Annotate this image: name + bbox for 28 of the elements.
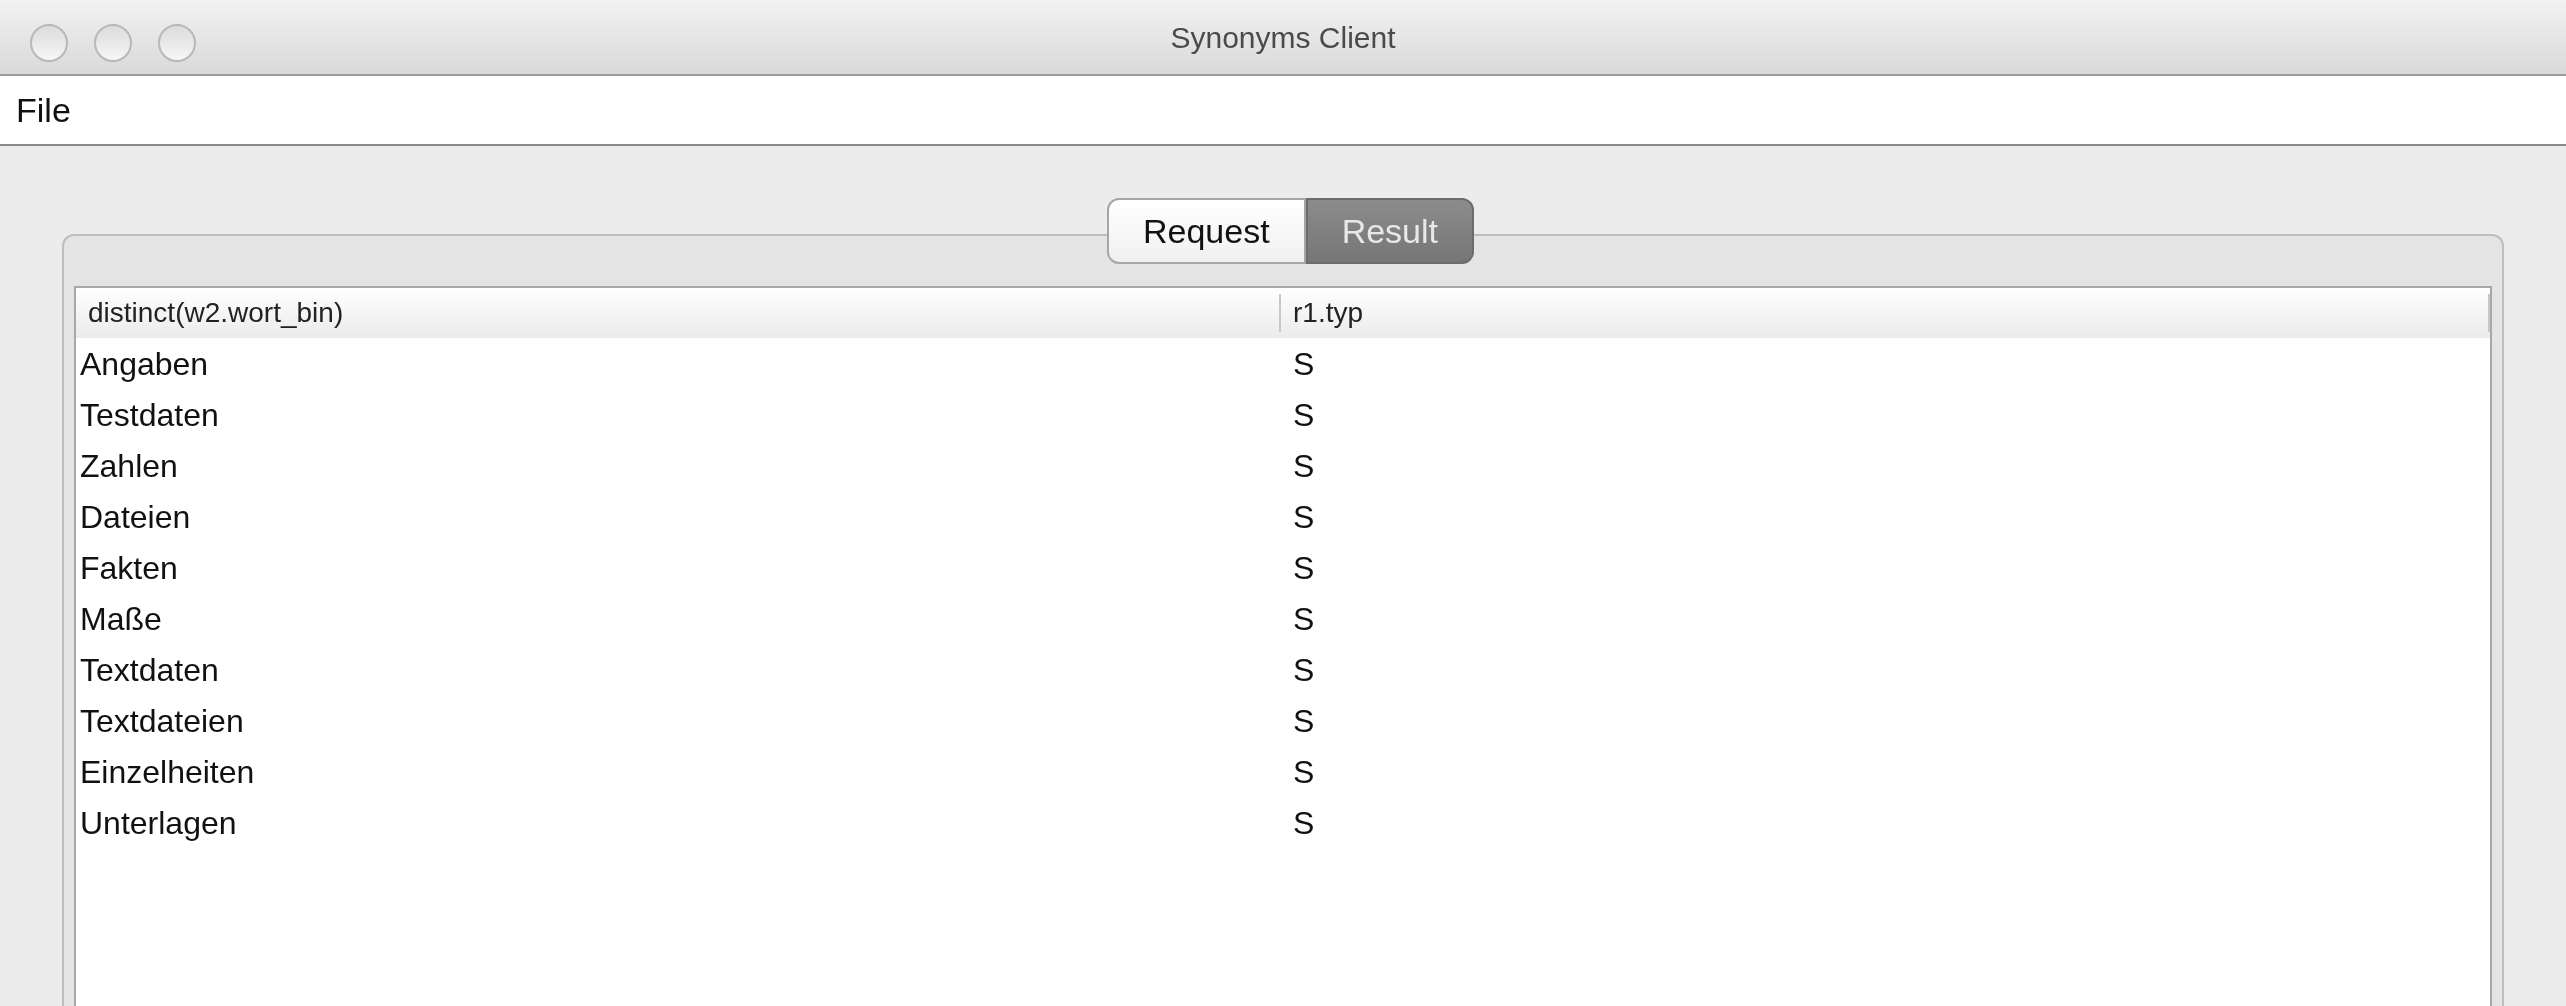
column-header[interactable]: r1.typ (1293, 292, 1364, 334)
table-cell: Fakten (80, 549, 178, 586)
window-control-icon[interactable] (30, 24, 68, 62)
column-header[interactable]: distinct(w2.wort_bin) (88, 292, 344, 334)
table-cell: S (1293, 600, 1315, 637)
table-cell: S (1293, 549, 1315, 586)
table-cell: S (1293, 753, 1315, 790)
table-cell: Textdaten (80, 651, 219, 688)
menu-item[interactable]: File (16, 84, 71, 136)
window-title: Synonyms Client (1170, 19, 1396, 56)
table-cell: Textdateien (80, 702, 244, 739)
table-cell: S (1293, 804, 1315, 841)
table-cell: Dateien (80, 498, 191, 535)
table-cell: S (1293, 498, 1315, 535)
window-control-icon[interactable] (94, 24, 132, 62)
table-cell: S (1293, 345, 1315, 382)
table-cell: S (1293, 396, 1315, 433)
table-cell: S (1293, 702, 1315, 739)
table-cell: Maße (80, 600, 162, 637)
table-cell: S (1293, 447, 1315, 484)
table-cell: Zahlen (80, 447, 178, 484)
table-cell: Einzelheiten (80, 753, 255, 790)
tab[interactable]: Request (1107, 198, 1306, 264)
table-cell: Angaben (80, 345, 209, 382)
window-control-icon[interactable] (158, 24, 196, 62)
table-cell: Testdaten (80, 396, 219, 433)
table-cell: S (1293, 651, 1315, 688)
table-cell: Unterlagen (80, 804, 237, 841)
